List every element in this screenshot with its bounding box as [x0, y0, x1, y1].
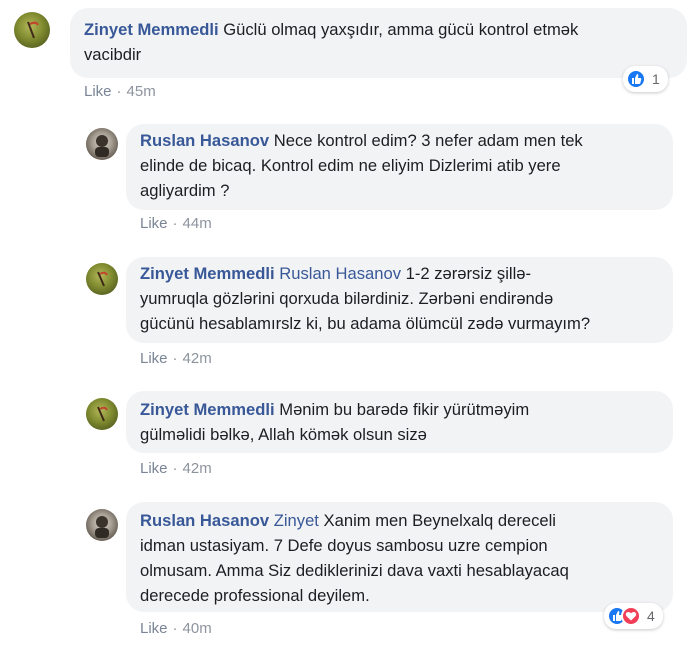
comment-bubble: Zinyet Memmedli Mənim bu barədə fikir yü… [126, 391, 673, 453]
comment-time[interactable]: 45m [127, 83, 156, 100]
reaction-count: 4 [647, 608, 655, 624]
avatar-image [95, 516, 109, 538]
comment-actions: Like · 44m [140, 215, 212, 232]
comment-bubble: Ruslan Hasanov Nece kontrol edim? 3 nefe… [126, 124, 673, 210]
comment-actions: Like · 40m [140, 620, 212, 637]
comment-text: gücünü hesablamırslz ki, bu adama ölümcü… [140, 314, 591, 333]
comment-text: 1-2 zərərsiz şillə- [405, 264, 532, 283]
comment-text: gülməlidi bəlkə, Allah kömək olsun sizə [140, 425, 427, 444]
mention-link[interactable]: Ruslan Hasanov [279, 264, 401, 283]
mention-link[interactable]: Zinyet [274, 511, 319, 530]
like-thumb-icon [626, 69, 646, 89]
comment-text: yumruqla gözlərini qorxuda bilərdiniz. Z… [140, 289, 554, 308]
comment-text: vacibdir [84, 45, 142, 64]
separator-dot: · [172, 460, 178, 477]
avatar-image [97, 406, 108, 422]
comment-time[interactable]: 40m [183, 620, 212, 637]
comment-time[interactable]: 42m [183, 460, 212, 477]
comment-text: Nece kontrol edim? 3 nefer adam men tek [273, 131, 583, 150]
comment-author[interactable]: Zinyet Memmedli [140, 400, 275, 419]
comment-author[interactable]: Zinyet Memmedli [84, 20, 219, 39]
comment-text: derecede professional deyilem. [140, 586, 370, 605]
comment-bubble: Ruslan Hasanov Zinyet Xanim men Beynelxa… [126, 502, 673, 612]
comment-actions: Like · 42m [140, 460, 212, 477]
like-button[interactable]: Like [140, 215, 168, 232]
comment-text: Mənim bu barədə fikir yürütməyim [279, 400, 530, 419]
heart-icon [621, 606, 641, 626]
comment-actions: Like · 42m [140, 350, 212, 367]
avatar-image [97, 271, 108, 287]
comment-bubble: Zinyet Memmedli Ruslan Hasanov 1-2 zərər… [126, 257, 673, 343]
comment-time[interactable]: 44m [183, 215, 212, 232]
avatar-image [27, 21, 39, 39]
reactions-summary[interactable]: 1 [623, 66, 668, 92]
comment-text: olmusam. Amma Siz dediklerinizi dava vax… [140, 561, 569, 580]
separator-dot: · [172, 215, 178, 232]
comment-author[interactable]: Ruslan Hasanov [140, 511, 269, 530]
separator-dot: · [172, 350, 178, 367]
like-button[interactable]: Like [84, 83, 112, 100]
separator-dot: · [172, 620, 178, 637]
avatar[interactable] [86, 398, 118, 430]
comment-text: Güclü olmaq yaxşıdır, amma gücü kontrol … [223, 20, 579, 39]
comment-text: elinde de bicaq. Kontrol edim ne eliyim … [140, 156, 561, 175]
avatar[interactable] [14, 12, 50, 48]
like-button[interactable]: Like [140, 460, 168, 477]
like-button[interactable]: Like [140, 620, 168, 637]
comment-author[interactable]: Zinyet Memmedli [140, 264, 275, 283]
like-button[interactable]: Like [140, 350, 168, 367]
comment-text: idman ustasiyam. 7 Defe doyus sambosu uz… [140, 536, 548, 555]
comment-text: agliyardim ? [140, 181, 230, 200]
avatar[interactable] [86, 128, 118, 160]
comment-actions: Like · 45m [84, 83, 156, 100]
comment-bubble: Zinyet Memmedli Güclü olmaq yaxşıdır, am… [70, 8, 687, 78]
avatar-image [95, 135, 109, 157]
separator-dot: · [116, 83, 122, 100]
comment-author[interactable]: Ruslan Hasanov [140, 131, 269, 150]
reactions-summary[interactable]: 4 [604, 603, 663, 629]
comment-text: Xanim men Beynelxalq dereceli [323, 511, 556, 530]
comment-time[interactable]: 42m [183, 350, 212, 367]
avatar[interactable] [86, 509, 118, 541]
reaction-count: 1 [652, 71, 660, 87]
avatar[interactable] [86, 263, 118, 295]
